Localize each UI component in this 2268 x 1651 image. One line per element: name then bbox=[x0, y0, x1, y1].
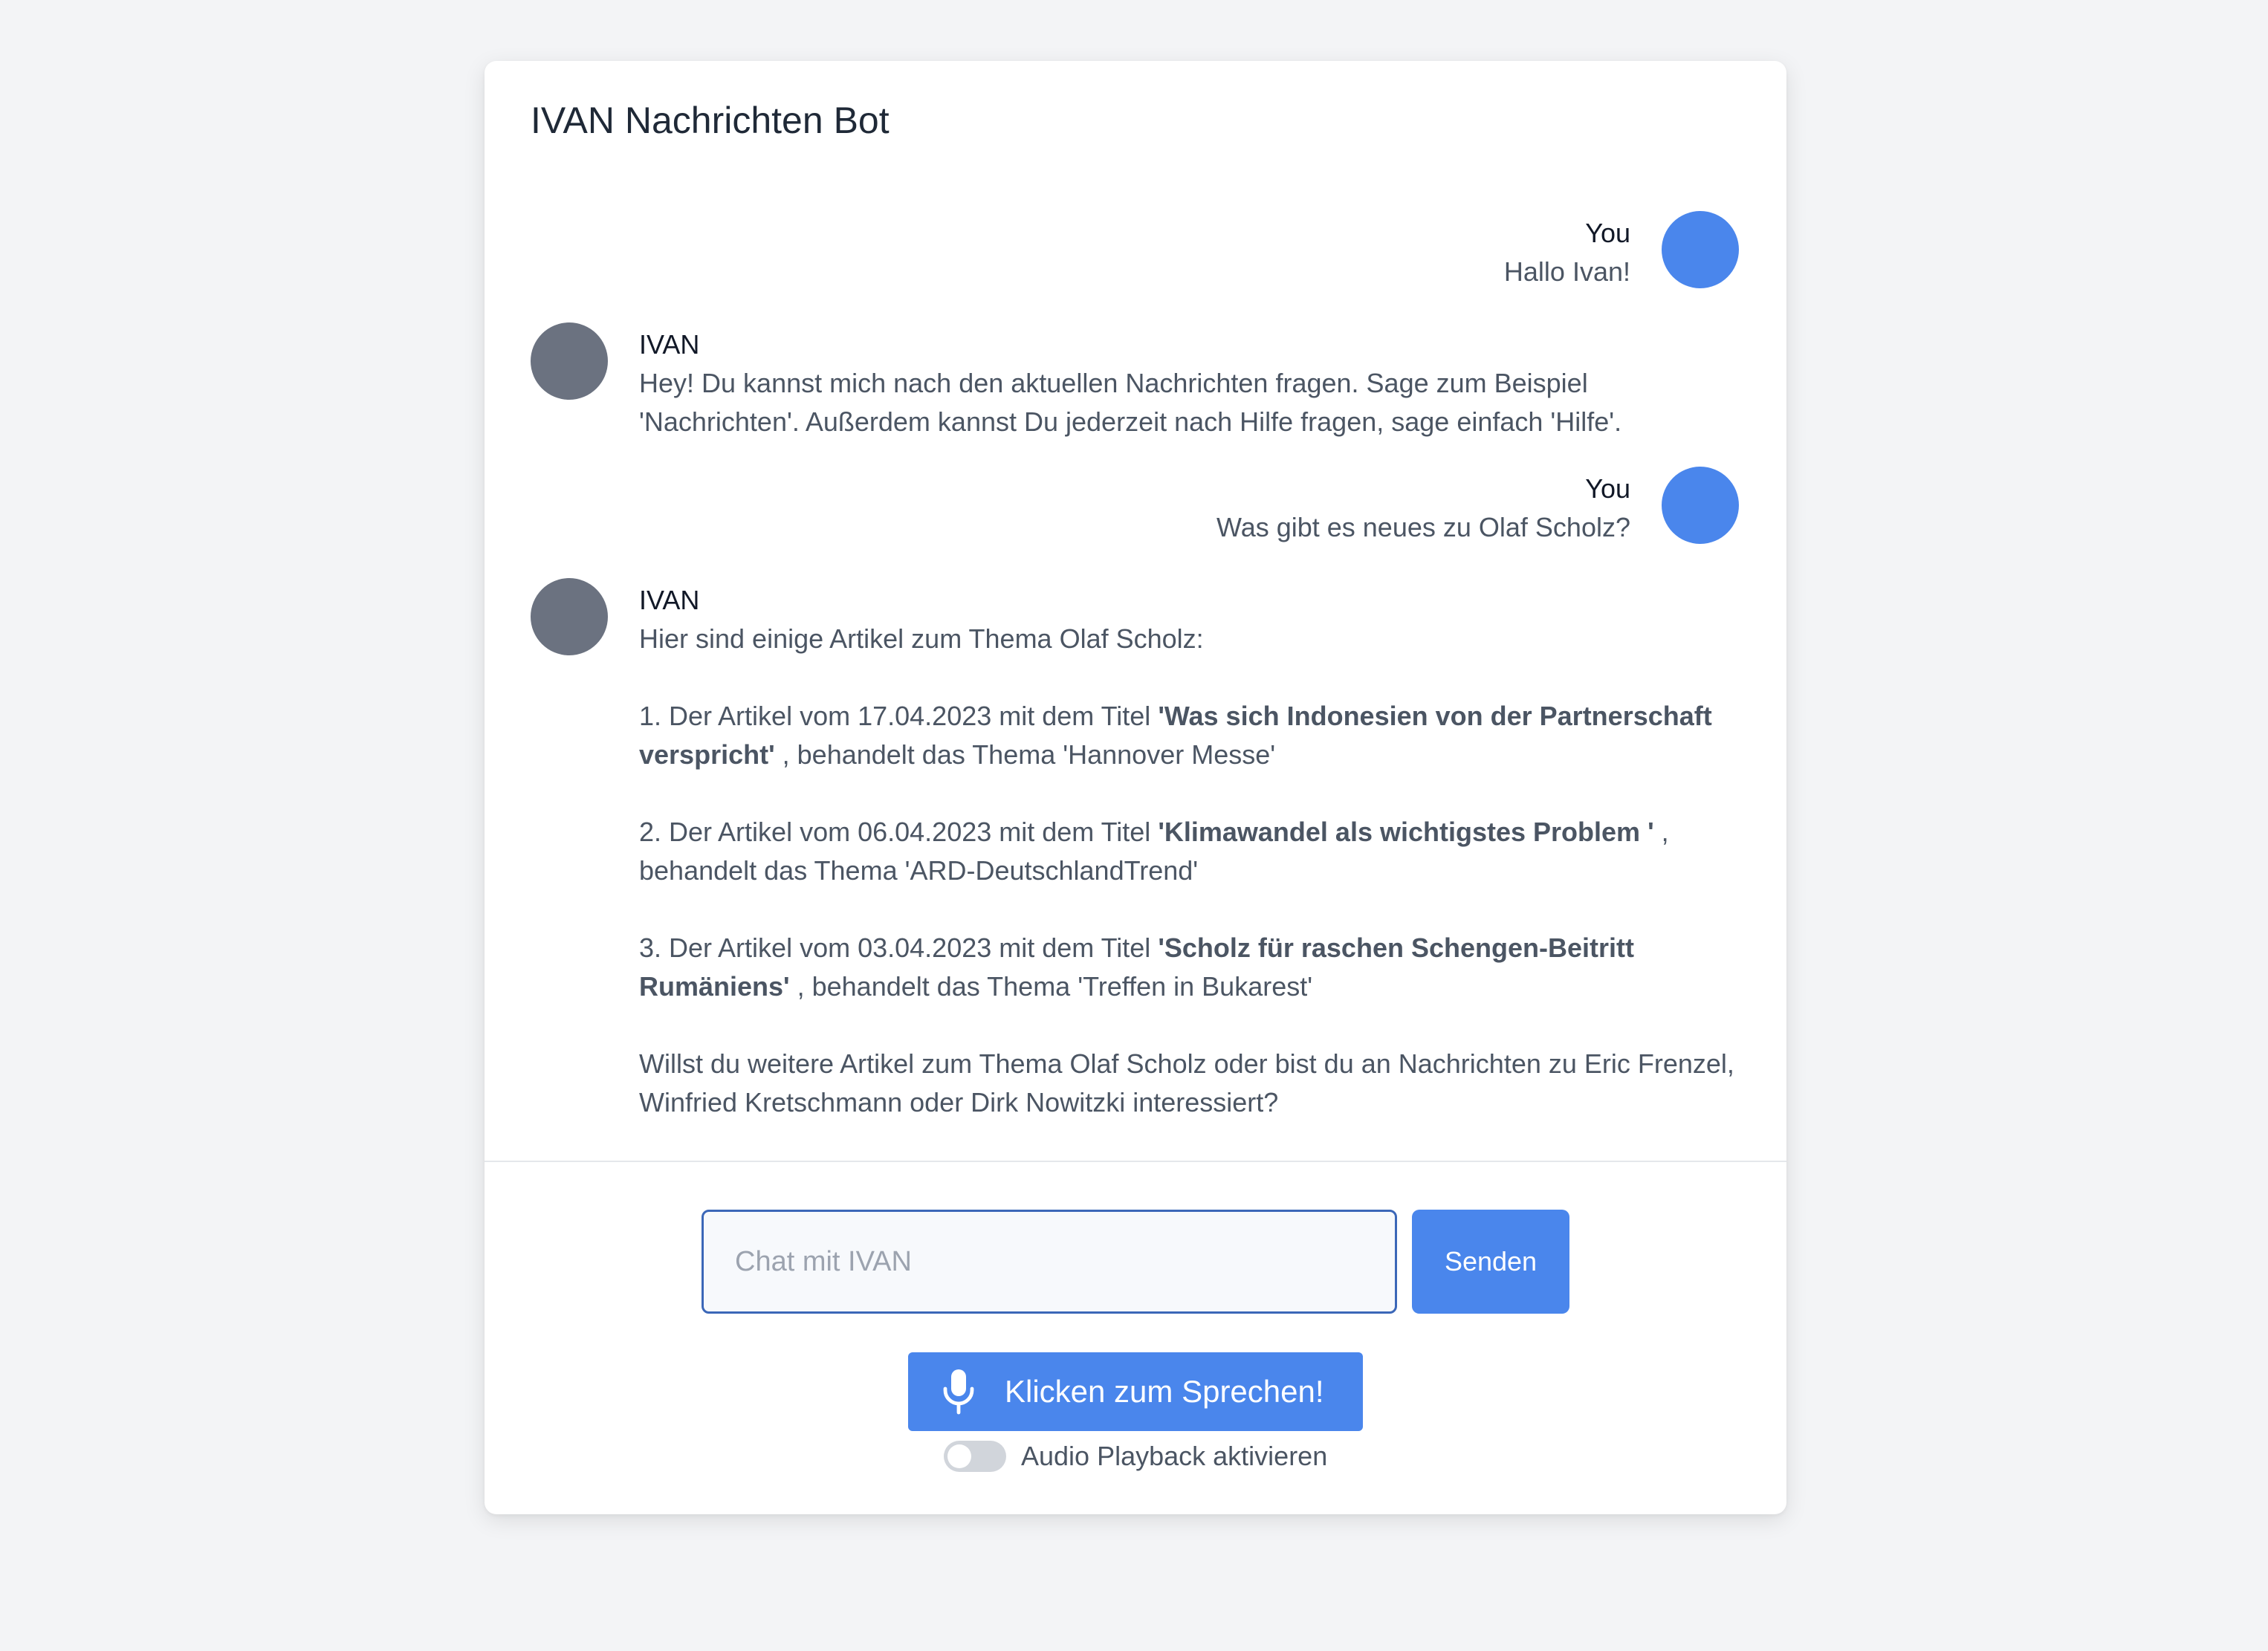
audio-playback-row: Audio Playback aktivieren bbox=[944, 1434, 1327, 1479]
speak-label: Klicken zum Sprechen! bbox=[1005, 1374, 1324, 1409]
chat-card: IVAN Nachrichten Bot You Hallo Ivan! IVA… bbox=[485, 61, 1786, 1514]
article-prefix: 3. Der Artikel vom 03.04.2023 mit dem Ti… bbox=[639, 932, 1159, 963]
message-text: Hey! Du kannst mich nach den aktuellen N… bbox=[639, 368, 1622, 437]
message-outro: Willst du weitere Artikel zum Thema Olaf… bbox=[639, 1048, 1734, 1118]
bot-avatar bbox=[531, 578, 608, 655]
article-title: 'Klimawandel als wichtigstes Problem ' bbox=[1158, 817, 1654, 847]
message-sender: IVAN bbox=[639, 585, 700, 615]
message-sender: You bbox=[1585, 473, 1630, 504]
audio-playback-toggle[interactable] bbox=[944, 1441, 1006, 1472]
page-title: IVAN Nachrichten Bot bbox=[531, 100, 890, 141]
article-suffix: , behandelt das Thema 'Treffen in Bukare… bbox=[789, 971, 1313, 1002]
article-prefix: 1. Der Artikel vom 17.04.2023 mit dem Ti… bbox=[639, 701, 1159, 731]
article-suffix: , behandelt das Thema 'Hannover Messe' bbox=[774, 739, 1276, 770]
microphone-icon bbox=[941, 1368, 976, 1415]
speak-button[interactable]: Klicken zum Sprechen! bbox=[908, 1352, 1363, 1431]
message-text: Hier sind einige Artikel zum Thema Olaf … bbox=[639, 620, 1746, 1122]
bot-avatar bbox=[531, 322, 608, 400]
send-button[interactable]: Senden bbox=[1412, 1210, 1569, 1314]
chat-input[interactable] bbox=[702, 1210, 1397, 1314]
message-sender: IVAN bbox=[639, 329, 700, 360]
article-item: 2. Der Artikel vom 06.04.2023 mit dem Ti… bbox=[639, 813, 1746, 890]
user-avatar bbox=[1662, 467, 1739, 544]
divider bbox=[485, 1161, 1786, 1162]
article-item: 1. Der Artikel vom 17.04.2023 mit dem Ti… bbox=[639, 697, 1746, 774]
user-avatar bbox=[1662, 211, 1739, 288]
toggle-knob bbox=[947, 1444, 971, 1468]
message-text: Was gibt es neues zu Olaf Scholz? bbox=[1216, 512, 1630, 542]
message-sender: You bbox=[1585, 218, 1630, 248]
article-item: 3. Der Artikel vom 03.04.2023 mit dem Ti… bbox=[639, 929, 1746, 1006]
article-prefix: 2. Der Artikel vom 06.04.2023 mit dem Ti… bbox=[639, 817, 1159, 847]
message-intro: Hier sind einige Artikel zum Thema Olaf … bbox=[639, 623, 1204, 654]
message-text: Hallo Ivan! bbox=[1503, 256, 1630, 287]
audio-playback-label: Audio Playback aktivieren bbox=[1021, 1441, 1328, 1471]
